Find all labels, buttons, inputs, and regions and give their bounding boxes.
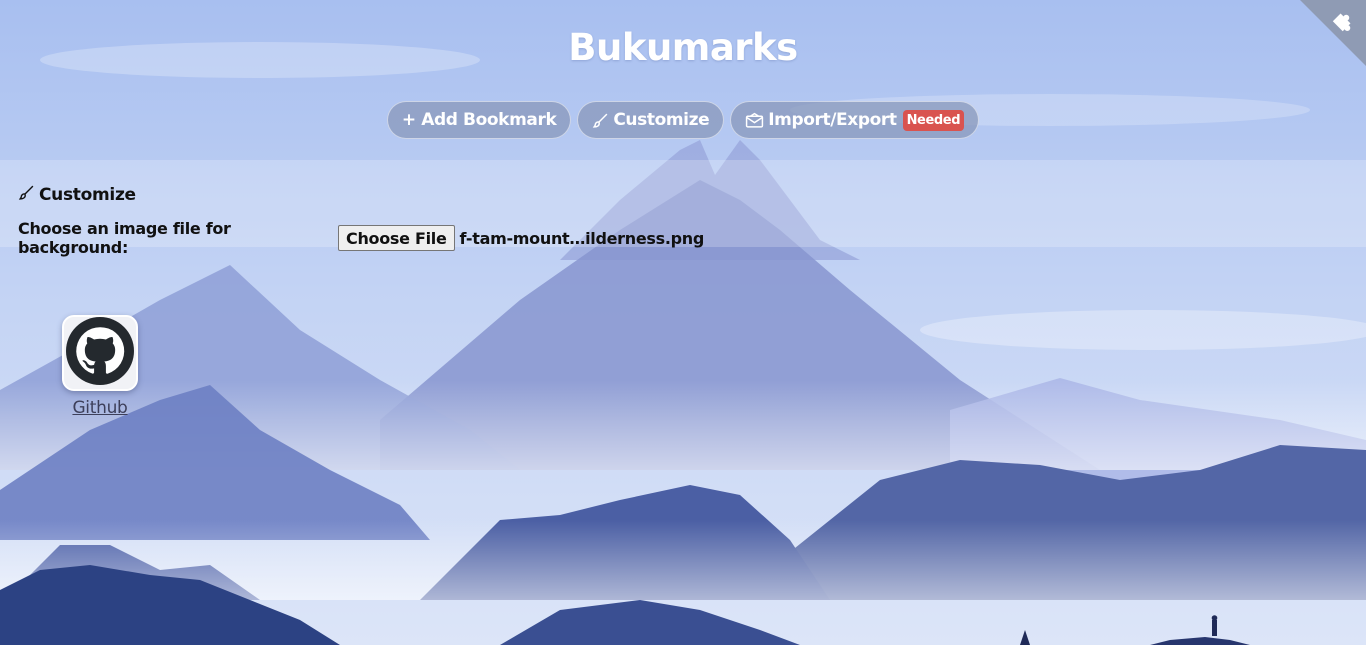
customize-button[interactable]: Customize [577, 101, 725, 139]
customize-heading: Customize [18, 184, 136, 206]
customize-heading-text: Customize [39, 185, 136, 205]
needed-badge: Needed [902, 109, 965, 131]
brush-icon [18, 184, 35, 206]
page-title: Bukumarks [568, 26, 798, 69]
selected-file-name: f-tam-mount…ilderness.png [459, 228, 705, 248]
bookmark-github[interactable]: Github [62, 315, 138, 418]
envelope-icon [745, 112, 764, 129]
bookmark-label[interactable]: Github [72, 398, 127, 418]
choose-file-button[interactable]: Choose File [338, 225, 455, 251]
background-file-label: Choose an image file for background: [18, 219, 231, 257]
background-file-row: Choose an image file for background: Cho… [18, 219, 705, 257]
import-export-button[interactable]: Import/Export Needed [730, 101, 980, 139]
corner-ribbon[interactable] [1300, 0, 1366, 66]
bookmark-tile[interactable] [62, 315, 138, 391]
github-icon [66, 317, 134, 389]
import-export-label: Import/Export [768, 110, 897, 130]
brush-icon [592, 112, 609, 129]
customize-label: Customize [613, 110, 710, 130]
nav-bar: + Add Bookmark Customize Import/Export N… [0, 101, 1366, 139]
add-bookmark-button[interactable]: + Add Bookmark [386, 101, 572, 139]
add-bookmark-label: + Add Bookmark [401, 110, 557, 130]
